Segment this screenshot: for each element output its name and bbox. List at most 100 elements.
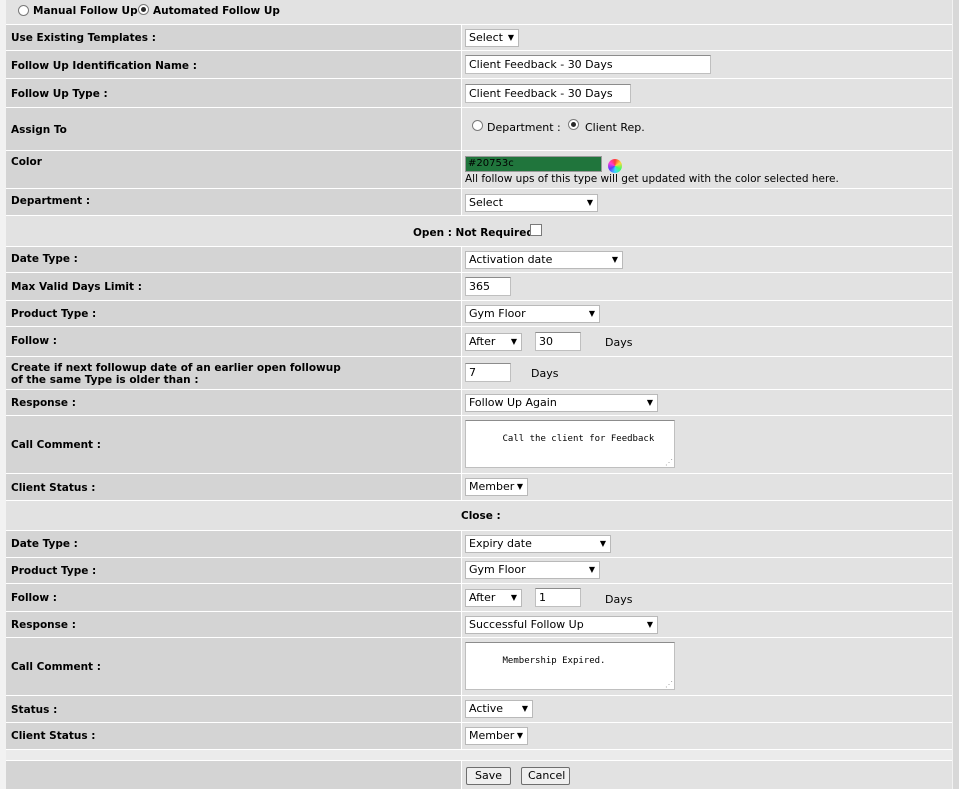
- close-date-type-row: Date Type : Expiry date ▼: [6, 531, 952, 557]
- open-date-type-select[interactable]: Activation date ▼: [465, 251, 623, 269]
- open-follow-when-value: After: [469, 335, 496, 348]
- close-call-comment-value: Membership Expired.: [502, 656, 606, 666]
- templates-select[interactable]: Select ▼: [465, 29, 519, 47]
- close-call-comment-label: Call Comment :: [11, 661, 101, 673]
- chevron-down-icon: ▼: [510, 337, 517, 346]
- color-picker-icon[interactable]: [608, 159, 622, 173]
- identification-label: Follow Up Identification Name :: [11, 60, 197, 72]
- type-input[interactable]: Client Feedback - 30 Days: [465, 84, 631, 103]
- max-days-row: Max Valid Days Limit : 365: [6, 273, 952, 300]
- open-response-value: Follow Up Again: [469, 396, 557, 409]
- templates-select-value: Select: [469, 31, 503, 44]
- create-if-label-line2: of the same Type is older than :: [11, 374, 199, 386]
- chevron-down-icon: ▼: [588, 565, 595, 574]
- max-days-input[interactable]: 365: [465, 277, 511, 296]
- create-if-input[interactable]: 7: [465, 363, 511, 382]
- max-days-label: Max Valid Days Limit :: [11, 281, 142, 293]
- open-not-required-checkbox[interactable]: [530, 224, 542, 236]
- chevron-down-icon: ▼: [516, 482, 523, 491]
- templates-row: Use Existing Templates : Select ▼: [6, 25, 952, 50]
- close-status-label: Status :: [11, 704, 58, 716]
- close-product-type-select[interactable]: Gym Floor ▼: [465, 561, 600, 579]
- close-follow-when-select[interactable]: After ▼: [465, 589, 522, 607]
- close-product-type-label: Product Type :: [11, 565, 97, 577]
- client-rep-radio-label: Client Rep.: [585, 121, 645, 134]
- create-if-unit: Days: [531, 367, 559, 380]
- close-client-status-select[interactable]: Member ▼: [465, 727, 528, 745]
- open-follow-count-input[interactable]: 30: [535, 332, 581, 351]
- open-follow-unit: Days: [605, 336, 633, 349]
- department-radio-label: Department :: [487, 121, 561, 134]
- chevron-down-icon: ▼: [510, 593, 517, 602]
- automated-follow-up-radio[interactable]: [138, 4, 149, 15]
- open-product-type-select[interactable]: Gym Floor ▼: [465, 305, 600, 323]
- color-value: #20753c: [468, 158, 514, 169]
- type-row: Follow Up Type : Client Feedback - 30 Da…: [6, 79, 952, 107]
- close-response-select[interactable]: Successful Follow Up ▼: [465, 616, 658, 634]
- templates-label: Use Existing Templates :: [11, 32, 156, 44]
- close-date-type-select[interactable]: Expiry date ▼: [465, 535, 611, 553]
- identification-input[interactable]: Client Feedback - 30 Days: [465, 55, 711, 74]
- spacer-row: [6, 750, 952, 760]
- open-call-comment-textarea[interactable]: Call the client for Feedback ⋰: [465, 420, 675, 468]
- close-header-row: Close :: [6, 501, 952, 530]
- open-follow-label: Follow :: [11, 335, 57, 347]
- open-call-comment-row: Call Comment : Call the client for Feedb…: [6, 416, 952, 473]
- close-date-type-value: Expiry date: [469, 537, 532, 550]
- chevron-down-icon: ▼: [588, 309, 595, 318]
- chevron-down-icon: ▼: [611, 255, 618, 264]
- open-response-row: Response : Follow Up Again ▼: [6, 390, 952, 415]
- open-client-status-label: Client Status :: [11, 482, 96, 494]
- create-if-label-line1: Create if next followup date of an earli…: [11, 362, 341, 374]
- department-label: Department :: [11, 195, 91, 207]
- follow-up-form: Manual Follow Up Automated Follow Up Use…: [6, 0, 952, 789]
- open-date-type-value: Activation date: [469, 253, 553, 266]
- type-label: Follow Up Type :: [11, 88, 108, 100]
- close-client-status-label: Client Status :: [11, 730, 96, 742]
- close-call-comment-textarea[interactable]: Membership Expired. ⋰: [465, 642, 675, 690]
- open-call-comment-value: Call the client for Feedback: [502, 434, 655, 444]
- open-date-type-label: Date Type :: [11, 253, 78, 265]
- close-status-select[interactable]: Active ▼: [465, 700, 533, 718]
- color-note: All follow ups of this type will get upd…: [465, 173, 839, 185]
- assign-label: Assign To: [11, 124, 67, 136]
- mode-row: Manual Follow Up Automated Follow Up: [6, 0, 952, 24]
- close-follow-count-input[interactable]: 1: [535, 588, 581, 607]
- chevron-down-icon: ▼: [599, 539, 606, 548]
- resize-grip-icon[interactable]: ⋰: [665, 459, 673, 467]
- chevron-down-icon: ▼: [507, 33, 514, 42]
- department-radio[interactable]: [472, 120, 483, 131]
- chevron-down-icon: ▼: [646, 620, 653, 629]
- close-response-row: Response : Successful Follow Up ▼: [6, 612, 952, 637]
- close-client-status-row: Client Status : Member ▼: [6, 723, 952, 749]
- open-response-select[interactable]: Follow Up Again ▼: [465, 394, 658, 412]
- close-follow-label: Follow :: [11, 592, 57, 604]
- open-section-title: Open : Not Required: [413, 227, 534, 239]
- color-label: Color: [11, 156, 42, 168]
- client-rep-radio[interactable]: [568, 119, 579, 130]
- close-follow-when-value: After: [469, 591, 496, 604]
- department-select[interactable]: Select ▼: [465, 194, 598, 212]
- resize-grip-icon[interactable]: ⋰: [665, 681, 673, 689]
- color-input[interactable]: #20753c: [465, 156, 602, 172]
- identification-row: Follow Up Identification Name : Client F…: [6, 51, 952, 78]
- automated-follow-up-label: Automated Follow Up: [153, 5, 280, 17]
- actions-row: Save Cancel: [6, 761, 952, 789]
- save-button[interactable]: Save: [466, 767, 511, 785]
- open-product-type-row: Product Type : Gym Floor ▼: [6, 301, 952, 326]
- manual-follow-up-label: Manual Follow Up: [33, 5, 138, 17]
- open-follow-row: Follow : After ▼ 30 Days: [6, 327, 952, 356]
- close-product-type-value: Gym Floor: [469, 563, 526, 576]
- cancel-button[interactable]: Cancel: [521, 767, 570, 785]
- open-header-row: Open : Not Required: [6, 216, 952, 246]
- close-follow-row: Follow : After ▼ 1 Days: [6, 584, 952, 611]
- chevron-down-icon: ▼: [516, 731, 523, 740]
- open-client-status-select[interactable]: Member ▼: [465, 478, 528, 496]
- open-date-type-row: Date Type : Activation date ▼: [6, 247, 952, 272]
- close-product-type-row: Product Type : Gym Floor ▼: [6, 558, 952, 583]
- assign-row: Assign To Department : Client Rep.: [6, 108, 952, 150]
- chevron-down-icon: ▼: [586, 198, 593, 207]
- manual-follow-up-radio[interactable]: [18, 5, 29, 16]
- close-client-status-value: Member: [469, 729, 515, 742]
- open-follow-when-select[interactable]: After ▼: [465, 333, 522, 351]
